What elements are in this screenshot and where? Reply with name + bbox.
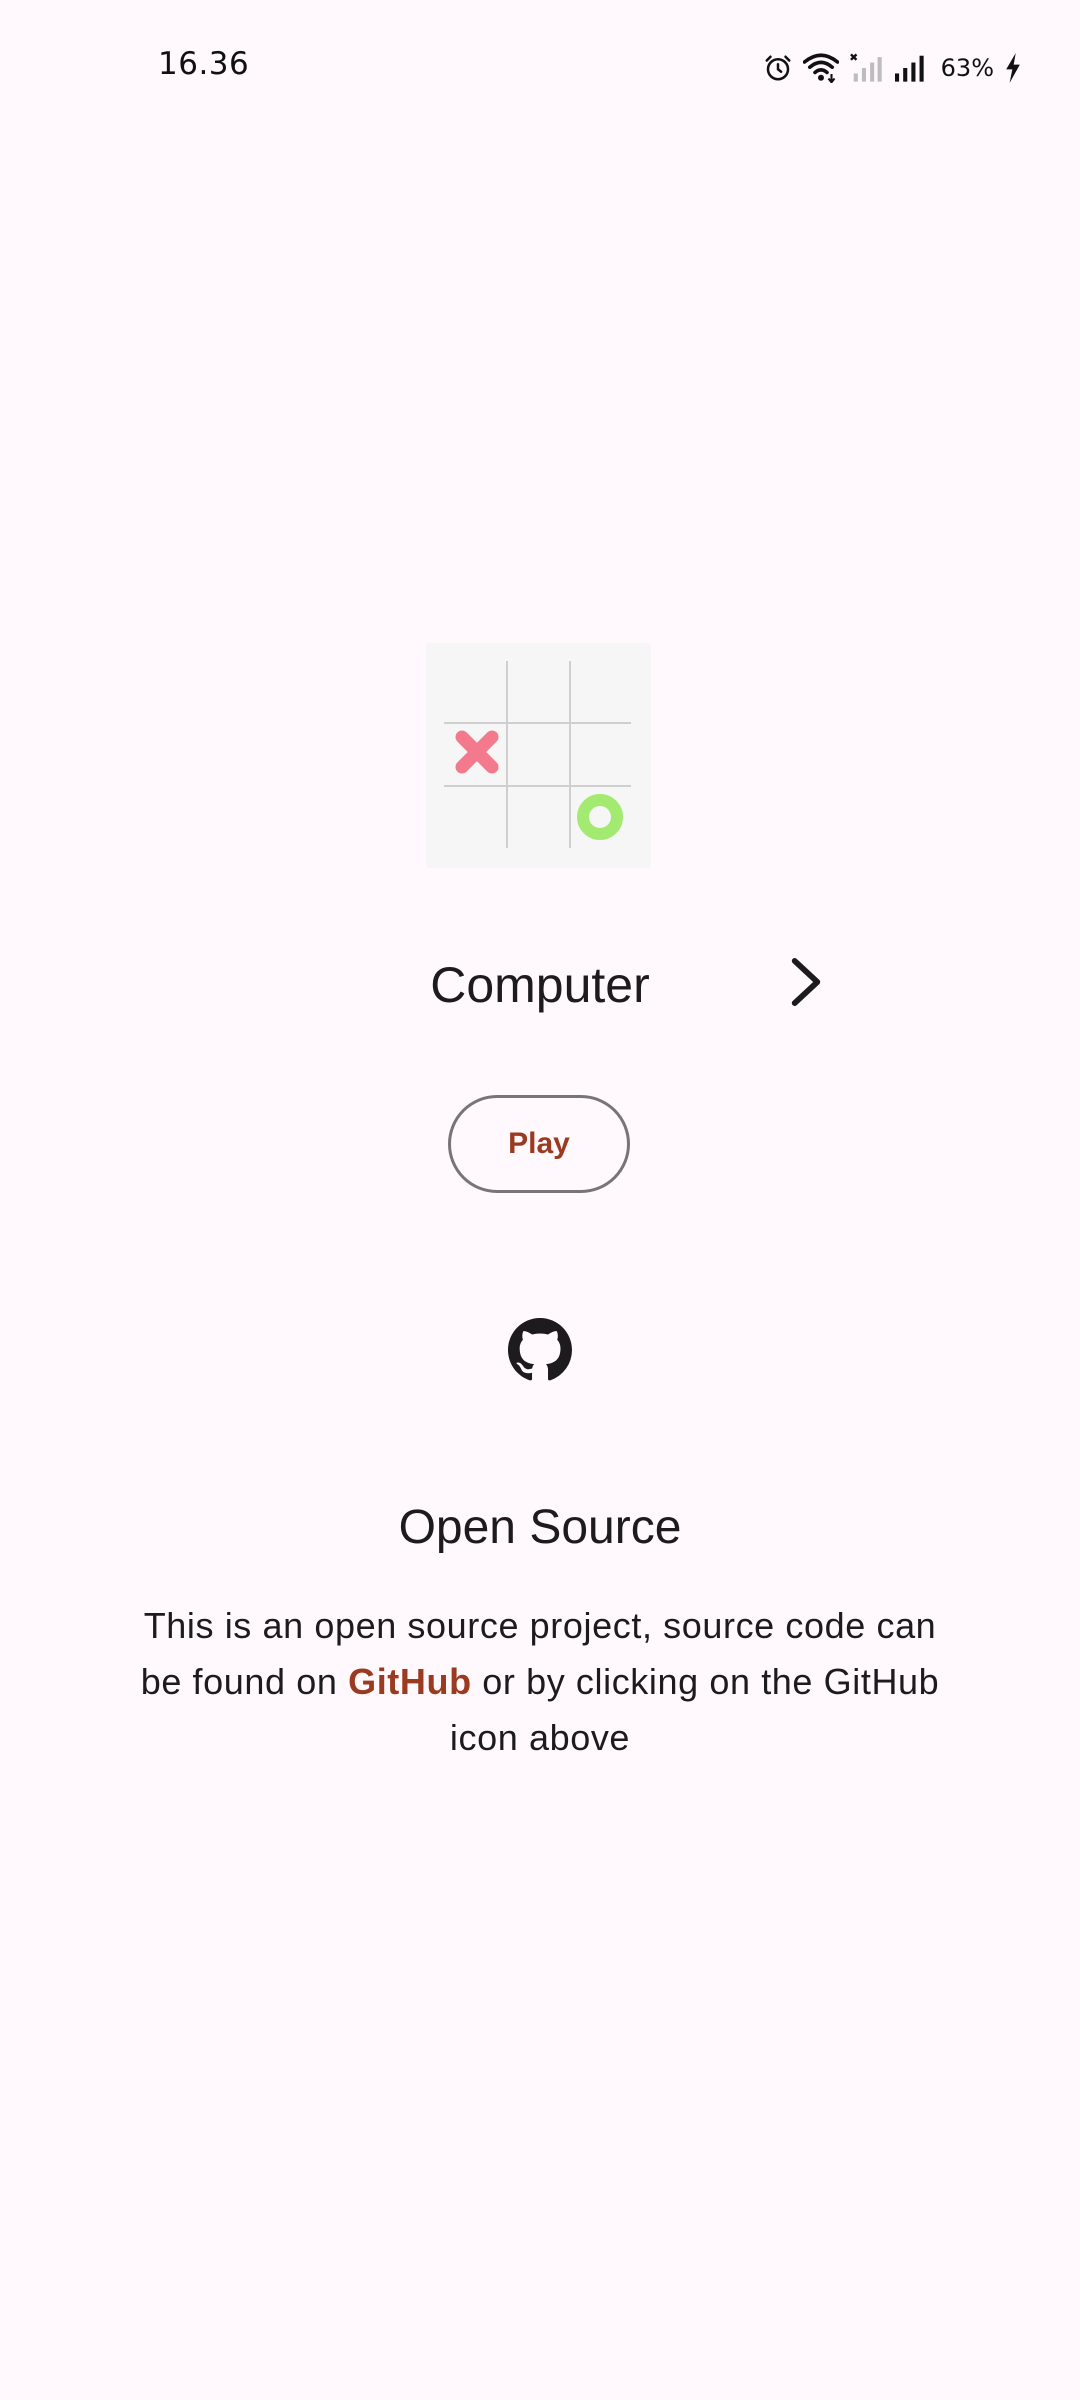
charging-icon (1004, 53, 1022, 83)
open-source-title: Open Source (398, 1501, 682, 1554)
status-bar: 16.36 63% (0, 0, 1080, 136)
battery-percent: 63% (940, 54, 994, 82)
tic-tac-toe-board-icon (426, 643, 651, 868)
alarm-icon (763, 53, 793, 83)
opponent-mode-label: Computer (430, 957, 650, 1013)
signal-icon (893, 53, 927, 83)
x-mark (455, 730, 499, 774)
github-icon[interactable] (508, 1318, 572, 1382)
no-signal-sim-icon (849, 53, 883, 83)
status-icons: 63% (763, 48, 1022, 88)
opponent-selector: Computer (0, 940, 1080, 1030)
wifi-icon (802, 53, 839, 83)
chevron-right-icon (786, 956, 826, 1013)
open-source-description: This is an open source project, source c… (140, 1598, 940, 1766)
play-button[interactable]: Play (448, 1095, 630, 1193)
o-mark (577, 794, 623, 840)
status-time: 16.36 (158, 46, 250, 82)
description-text-after: or by clicking on the GitHub icon above (449, 1661, 940, 1758)
next-mode-button[interactable] (776, 954, 836, 1014)
github-link[interactable]: GitHub (348, 1661, 472, 1702)
